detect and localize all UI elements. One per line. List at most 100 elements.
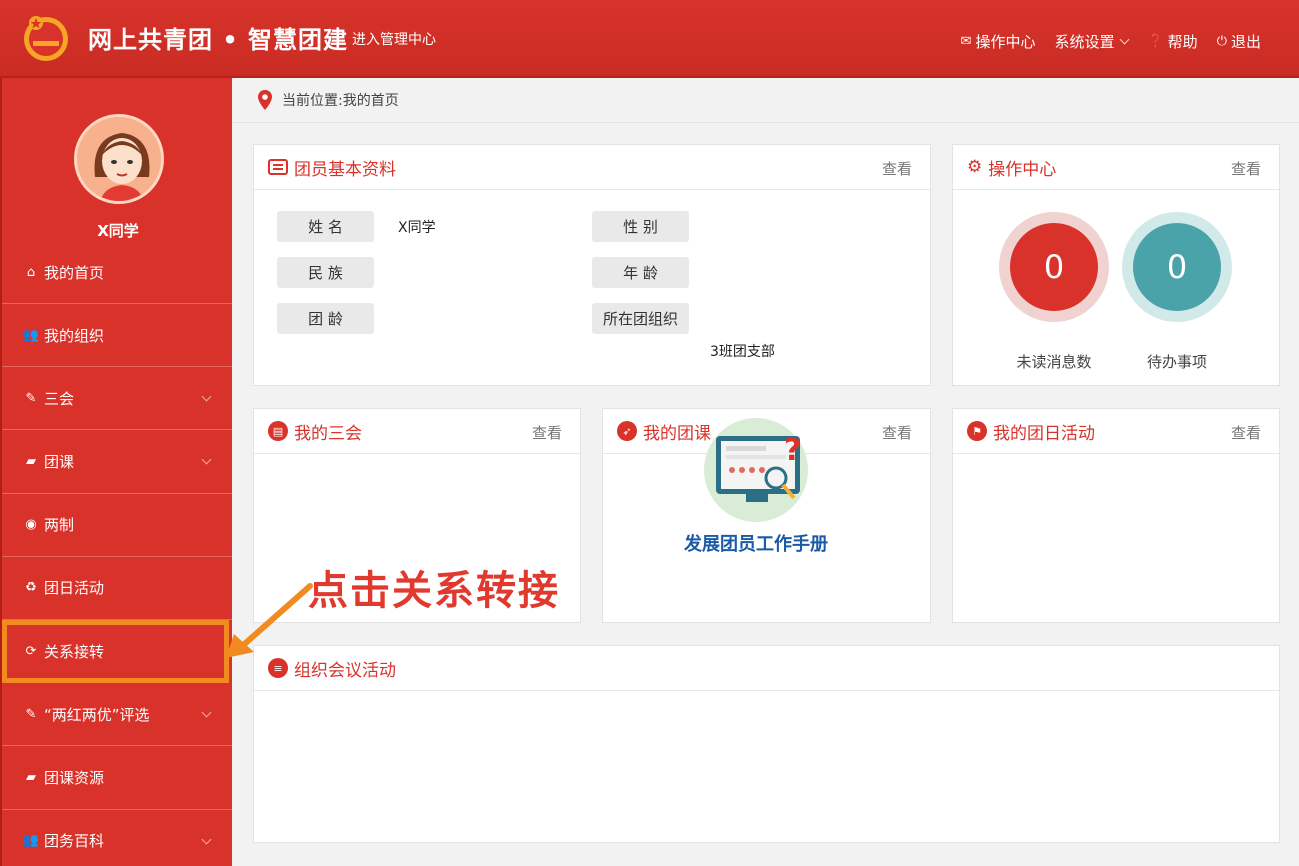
edit-icon: ✎	[25, 390, 37, 406]
sidebar-item-home[interactable]: ⌂ 我的首页	[2, 241, 232, 304]
sidebar-item-label: 关系接转	[44, 642, 105, 661]
rocket-icon: ➶	[617, 421, 637, 441]
top-nav-logout[interactable]: ⏻ 退出	[1217, 31, 1261, 52]
sidebar: X同学 ⌂ 我的首页 👥 我的组织 ✎ 三会 ▰ 团课 ◉ 两制 ♻ 团日活动	[0, 78, 232, 866]
avatar[interactable]	[74, 114, 164, 204]
panel-title: 我的团日活动	[993, 423, 1095, 444]
calendar-icon: ▤	[268, 421, 288, 441]
folder-open-icon: ▰	[26, 769, 36, 785]
chevron-down-icon	[201, 834, 212, 844]
brand-title: 网上共青团 • 智慧团建	[88, 26, 349, 54]
username: X同学	[97, 222, 139, 240]
sidebar-item-label: 我的首页	[44, 263, 105, 282]
org-meetings-panel: ≡ 组织会议活动	[253, 645, 1280, 843]
panel-title: 团员基本资料	[294, 159, 396, 180]
id-card-icon	[268, 159, 288, 175]
sidebar-item-two-systems[interactable]: ◉ 两制	[2, 494, 232, 557]
dot-circle-icon: ◉	[25, 517, 37, 533]
sidebar-item-league-wiki[interactable]: 👥 团务百科	[2, 810, 232, 866]
mail-icon: ✉	[960, 34, 972, 49]
sidebar-item-label: 团日活动	[44, 579, 105, 598]
users-icon: 👥	[22, 327, 40, 343]
gear-icon: ⚙	[967, 157, 983, 177]
sidebar-item-label: 两制	[44, 516, 75, 535]
top-nav-label: 系统设置	[1054, 33, 1115, 51]
todo-value: 0	[1133, 223, 1221, 311]
chevron-down-icon	[201, 391, 212, 402]
view-more-link[interactable]: 查看	[882, 422, 912, 443]
panel-header: ≡ 组织会议活动	[254, 646, 1279, 691]
handbook-caption[interactable]: 发展团员工作手册	[680, 530, 832, 556]
name-label: 姓 名	[277, 211, 374, 242]
home-icon: ⌂	[26, 264, 36, 280]
name-value: X同学	[398, 220, 436, 236]
unread-messages-value: 0	[1010, 223, 1098, 311]
unread-messages-label: 未读消息数	[1016, 353, 1092, 371]
view-more-link[interactable]: 查看	[1231, 422, 1261, 443]
panel-title: 操作中心	[988, 159, 1057, 180]
top-nav: ✉ 操作中心 系统设置 ❓ 帮助 ⏻ 退出	[942, 31, 1261, 52]
todo-label: 待办事项	[1146, 353, 1207, 371]
sidebar-item-league-class[interactable]: ▰ 团课	[2, 430, 232, 494]
sidebar-item-label: 团课	[44, 452, 75, 471]
view-more-link[interactable]: 查看	[532, 422, 562, 443]
age-label: 年 龄	[592, 257, 689, 288]
power-icon: ⏻	[1216, 34, 1227, 49]
profile-panel: 团员基本资料 查看 姓 名 X同学 性 别 民 族 年 龄 团 龄 所在团组织 …	[253, 144, 931, 386]
panel-header: ▤ 我的三会 查看	[254, 409, 580, 454]
panel-title: 我的三会	[294, 423, 362, 444]
gender-label: 性 别	[592, 211, 689, 242]
unread-messages-counter[interactable]: 0	[999, 212, 1109, 322]
refresh-icon: ⟳	[25, 643, 37, 659]
view-more-link[interactable]: 查看	[882, 158, 912, 179]
panel-header: ⚑ 我的团日活动 查看	[953, 409, 1279, 454]
recycle-icon: ♻	[25, 580, 37, 596]
chevron-down-icon	[201, 454, 212, 465]
top-nav-help[interactable]: ❓ 帮助	[1147, 31, 1197, 52]
sidebar-item-two-red-two-excellent[interactable]: ✎ “两红两优”评选	[2, 683, 232, 747]
view-more-link[interactable]: 查看	[1231, 158, 1261, 179]
top-header: 网上共青团 • 智慧团建 进入管理中心 ✉ 操作中心 系统设置 ❓ 帮助 ⏻ 退…	[0, 0, 1299, 78]
sidebar-item-class-resources[interactable]: ▰ 团课资源	[2, 746, 232, 810]
folder-open-icon: ▰	[26, 453, 36, 469]
top-nav-label: 操作中心	[975, 33, 1036, 51]
ops-center-panel: ⚙ 操作中心 查看 0 未读消息数 0 待办事项	[952, 144, 1280, 386]
annotation-arrow-icon	[226, 583, 313, 658]
org-label: 所在团组织	[592, 303, 689, 334]
org-value: 3班团支部	[710, 344, 775, 360]
svg-text:?: ?	[784, 433, 801, 468]
top-nav-label: 帮助	[1167, 33, 1198, 51]
admin-center-link[interactable]: 进入管理中心	[352, 29, 436, 49]
top-nav-settings[interactable]: 系统设置	[1054, 31, 1130, 52]
sidebar-item-label: 团务百科	[44, 832, 105, 851]
sidebar-item-label: 我的组织	[44, 326, 105, 345]
help-icon: ❓	[1147, 34, 1164, 49]
sidebar-item-league-day[interactable]: ♻ 团日活动	[2, 557, 232, 620]
avatar-illustration	[77, 117, 161, 201]
sidebar-item-relation-transfer[interactable]: ⟳ 关系接转	[2, 619, 229, 684]
edit-icon: ✎	[25, 706, 37, 722]
panel-header: 团员基本资料 查看	[254, 145, 930, 190]
top-nav-ops-center[interactable]: ✉ 操作中心	[961, 31, 1036, 52]
flag-icon: ⚑	[967, 421, 987, 441]
sidebar-item-label: 团课资源	[44, 768, 105, 787]
sidebar-menu: ⌂ 我的首页 👥 我的组织 ✎ 三会 ▰ 团课 ◉ 两制 ♻ 团日活动 ⟳ 关系…	[2, 241, 232, 866]
league-day-panel: ⚑ 我的团日活动 查看	[952, 408, 1280, 623]
youth-league-logo	[24, 16, 68, 61]
users-icon: 👥	[22, 833, 40, 849]
chevron-down-icon	[201, 707, 212, 718]
todo-counter[interactable]: 0	[1122, 212, 1232, 322]
league-age-label: 团 龄	[277, 303, 374, 334]
sidebar-item-label: “两红两优”评选	[44, 705, 150, 724]
ethnicity-label: 民 族	[277, 257, 374, 288]
chevron-down-icon	[1120, 34, 1130, 45]
sidebar-item-three-meetings[interactable]: ✎ 三会	[2, 367, 232, 431]
annotation-text: 点击关系转接	[308, 568, 560, 614]
location-pin-icon	[258, 90, 272, 110]
sidebar-item-label: 三会	[44, 389, 75, 408]
breadcrumb-text: 当前位置:我的首页	[282, 93, 399, 109]
sidebar-item-my-org[interactable]: 👥 我的组织	[2, 304, 232, 368]
panel-header: ⚙ 操作中心 查看	[953, 145, 1279, 190]
top-nav-label: 退出	[1230, 33, 1261, 51]
breadcrumb: 当前位置:我的首页	[232, 78, 1299, 123]
